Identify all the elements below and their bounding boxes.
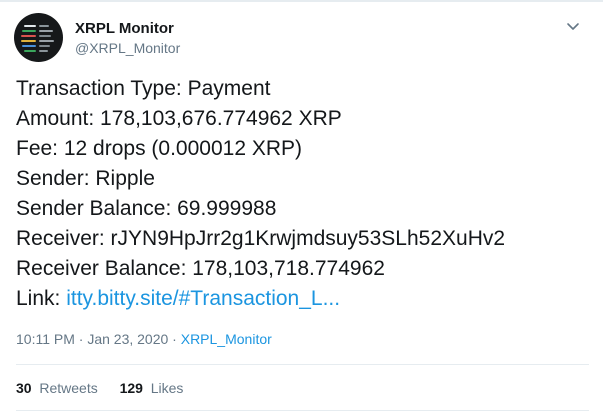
top-border — [0, 0, 603, 2]
receiver-balance-line: Receiver Balance: 178,103,718.774962 — [16, 257, 385, 280]
tweet-text: Transaction Type: Payment Amount: 178,10… — [16, 74, 591, 314]
engagement-stats: 30 Retweets 129 Likes — [16, 380, 201, 396]
retweets-stat[interactable]: 30 Retweets — [16, 380, 98, 396]
fee-line: Fee: 12 drops (0.000012 XRP) — [16, 137, 303, 160]
likes-stat[interactable]: 129 Likes — [120, 380, 184, 396]
likes-label: Likes — [150, 380, 184, 396]
avatar[interactable] — [14, 13, 63, 62]
display-name[interactable]: XRPL Monitor — [75, 20, 174, 37]
timestamp[interactable]: 10:11 PM · Jan 23, 2020 · — [16, 331, 181, 347]
amount-line: Amount: 178,103,676.774962 XRP — [16, 107, 342, 130]
divider-top — [16, 364, 589, 365]
retweets-label: Retweets — [39, 380, 98, 396]
tweet-meta: 10:11 PM · Jan 23, 2020 · XRPL_Monitor — [16, 331, 272, 347]
divider-bottom — [16, 410, 589, 411]
link-line: Link: itty.bitty.site/#Transaction_L... — [16, 284, 591, 314]
tweet-card: XRPL Monitor @XRPL_Monitor Transaction T… — [0, 0, 603, 417]
source-link[interactable]: XRPL_Monitor — [181, 331, 272, 347]
sender-line: Sender: Ripple — [16, 167, 155, 190]
sender-balance-line: Sender Balance: 69.999988 — [16, 197, 277, 220]
transaction-link[interactable]: itty.bitty.site/#Transaction_L... — [66, 287, 340, 310]
chevron-down-icon[interactable] — [566, 22, 580, 32]
transaction-type-line: Transaction Type: Payment — [16, 77, 271, 100]
likes-count: 129 — [119, 380, 143, 396]
user-handle[interactable]: @XRPL_Monitor — [75, 40, 180, 56]
receiver-line: Receiver: rJYN9HpJrr2g1Krwjmdsuy53SLh52X… — [16, 227, 506, 250]
link-label: Link: — [16, 287, 67, 310]
retweets-count: 30 — [16, 380, 32, 396]
